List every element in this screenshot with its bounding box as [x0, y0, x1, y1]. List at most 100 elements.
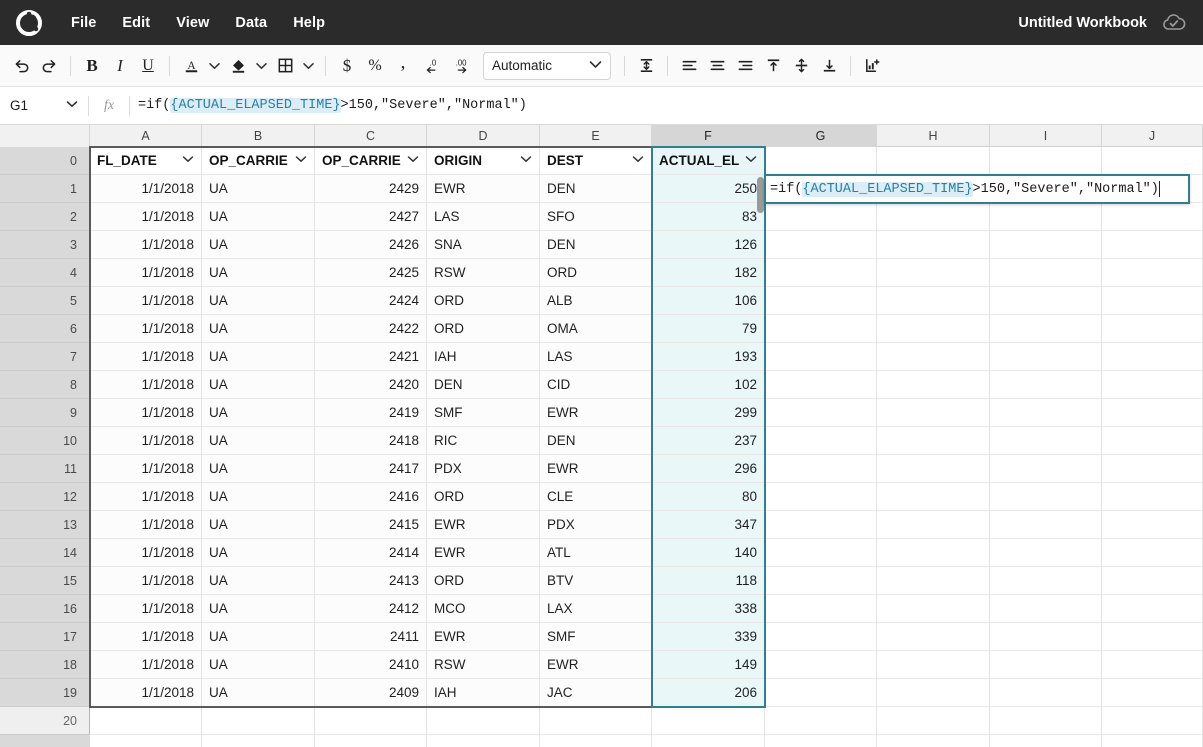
vertical-align-button[interactable] [632, 52, 660, 80]
row-header-0[interactable]: 0 [0, 147, 90, 175]
fill-color-button[interactable] [224, 52, 252, 80]
cell-C17[interactable]: 2411 [315, 623, 427, 651]
cell-J10[interactable] [1102, 427, 1203, 455]
cell-F13[interactable]: 347 [652, 511, 765, 539]
cell-F2[interactable]: 83 [652, 203, 765, 231]
cell-D15[interactable]: ORD [427, 567, 540, 595]
cell-H13[interactable] [877, 511, 990, 539]
cell-J11[interactable] [1102, 455, 1203, 483]
menu-item-view[interactable]: View [163, 10, 222, 36]
row-header-19[interactable]: 19 [0, 679, 90, 707]
cell-J2[interactable] [1102, 203, 1203, 231]
cell-B5[interactable]: UA [202, 287, 315, 315]
menu-item-data[interactable]: Data [222, 10, 280, 36]
cell-F1[interactable]: 250 [652, 175, 765, 203]
menu-item-help[interactable]: Help [280, 10, 338, 36]
row-header-18[interactable]: 18 [0, 651, 90, 679]
cell-H0[interactable] [877, 147, 990, 175]
cell-G7[interactable] [765, 343, 877, 371]
select-all-corner[interactable] [0, 125, 90, 147]
decrease-decimal-button[interactable]: .0 [417, 52, 447, 80]
cell-J9[interactable] [1102, 399, 1203, 427]
borders-button[interactable] [271, 52, 299, 80]
cell-J4[interactable] [1102, 259, 1203, 287]
cell-I0[interactable] [990, 147, 1102, 175]
cell-B0[interactable]: OP_CARRIE [202, 147, 315, 175]
cell-F17[interactable]: 339 [652, 623, 765, 651]
cell-F5[interactable]: 106 [652, 287, 765, 315]
cell-B18[interactable]: UA [202, 651, 315, 679]
row-header-1[interactable]: 1 [0, 175, 90, 203]
cell-A18[interactable]: 1/1/2018 [90, 651, 202, 679]
cell-I9[interactable] [990, 399, 1102, 427]
increase-decimal-button[interactable]: .00 [447, 52, 477, 80]
cell-B8[interactable]: UA [202, 371, 315, 399]
cell-E6[interactable]: OMA [540, 315, 652, 343]
cell-G3[interactable] [765, 231, 877, 259]
cell-G19[interactable] [765, 679, 877, 707]
cell-J0[interactable] [1102, 147, 1203, 175]
cell-A16[interactable]: 1/1/2018 [90, 595, 202, 623]
cell-A0[interactable]: FL_DATE [90, 147, 202, 175]
cell-J16[interactable] [1102, 595, 1203, 623]
cell-I19[interactable] [990, 679, 1102, 707]
workbook-title[interactable]: Untitled Workbook [1018, 15, 1147, 31]
cell-E16[interactable]: LAX [540, 595, 652, 623]
cell-A14[interactable]: 1/1/2018 [90, 539, 202, 567]
cell-H9[interactable] [877, 399, 990, 427]
cell-I17[interactable] [990, 623, 1102, 651]
chevron-down-icon[interactable] [295, 155, 307, 166]
cell-B20[interactable] [202, 707, 315, 735]
cell-E12[interactable]: CLE [540, 483, 652, 511]
cell-I8[interactable] [990, 371, 1102, 399]
cell-D10[interactable]: RIC [427, 427, 540, 455]
cell-J7[interactable] [1102, 343, 1203, 371]
cell-F11[interactable]: 296 [652, 455, 765, 483]
cell-G15[interactable] [765, 567, 877, 595]
cell-B21[interactable] [202, 735, 315, 747]
cell-G21[interactable] [765, 735, 877, 747]
cell-G13[interactable] [765, 511, 877, 539]
cell-F10[interactable]: 237 [652, 427, 765, 455]
cell-J13[interactable] [1102, 511, 1203, 539]
cell-F21[interactable] [652, 735, 765, 747]
align-bottom-button[interactable] [815, 52, 843, 80]
bold-button[interactable]: B [78, 52, 106, 80]
cell-A10[interactable]: 1/1/2018 [90, 427, 202, 455]
cell-I3[interactable] [990, 231, 1102, 259]
menu-item-file[interactable]: File [58, 10, 109, 36]
cell-I5[interactable] [990, 287, 1102, 315]
app-logo-icon[interactable] [14, 8, 44, 38]
cell-C3[interactable]: 2426 [315, 231, 427, 259]
cell-H20[interactable] [877, 707, 990, 735]
cell-B10[interactable]: UA [202, 427, 315, 455]
cell-C21[interactable] [315, 735, 427, 747]
cell-H21[interactable] [877, 735, 990, 747]
row-header-2[interactable]: 2 [0, 203, 90, 231]
column-scroll-thumb[interactable] [757, 177, 764, 213]
insert-chart-button[interactable] [858, 52, 886, 80]
row-header-15[interactable]: 15 [0, 567, 90, 595]
cell-D9[interactable]: SMF [427, 399, 540, 427]
cell-I4[interactable] [990, 259, 1102, 287]
cell-I10[interactable] [990, 427, 1102, 455]
cell-F9[interactable]: 299 [652, 399, 765, 427]
cell-B19[interactable]: UA [202, 679, 315, 707]
cell-G9[interactable] [765, 399, 877, 427]
chevron-down-icon[interactable] [182, 155, 194, 166]
currency-format-button[interactable]: $ [333, 52, 361, 80]
cell-D7[interactable]: IAH [427, 343, 540, 371]
cell-E0[interactable]: DEST [540, 147, 652, 175]
cell-H16[interactable] [877, 595, 990, 623]
cell-A6[interactable]: 1/1/2018 [90, 315, 202, 343]
cell-I7[interactable] [990, 343, 1102, 371]
column-header-h[interactable]: H [877, 125, 990, 147]
cell-D4[interactable]: RSW [427, 259, 540, 287]
row-header-3[interactable]: 3 [0, 231, 90, 259]
cell-J17[interactable] [1102, 623, 1203, 651]
text-color-button[interactable]: A [177, 52, 205, 80]
cell-C4[interactable]: 2425 [315, 259, 427, 287]
cell-C2[interactable]: 2427 [315, 203, 427, 231]
cell-I6[interactable] [990, 315, 1102, 343]
cell-C8[interactable]: 2420 [315, 371, 427, 399]
